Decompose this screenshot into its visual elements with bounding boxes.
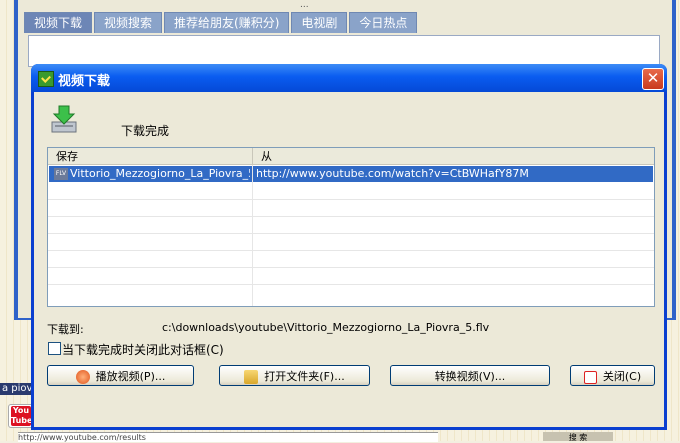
play-video-label: 播放视频(P)...: [95, 370, 166, 383]
background-tab[interactable]: 视频搜索: [94, 12, 163, 33]
grid-line: [48, 284, 654, 285]
open-folder-button[interactable]: 打开文件夹(F)...: [219, 365, 370, 386]
destination-label: 下载到:: [47, 323, 84, 336]
background-tab[interactable]: 电视剧: [291, 12, 348, 33]
background-top-text: ...: [300, 0, 309, 8]
row-file-cell: FLV Vittorio_Mezzogiorno_La_Piovra_5....: [54, 166, 250, 182]
destination-path: c:\downloads\youtube\Vittorio_Mezzogiorn…: [162, 321, 490, 334]
dialog-title: 视频下载: [58, 74, 111, 89]
open-folder-label: 打开文件夹(F)...: [264, 370, 345, 383]
grid-line: [48, 267, 654, 268]
download-row-selected[interactable]: FLV Vittorio_Mezzogiorno_La_Piovra_5.... …: [49, 166, 653, 182]
grid-line: [48, 233, 654, 234]
play-video-button[interactable]: 播放视频(P)...: [47, 365, 194, 386]
column-header-source[interactable]: 从: [252, 148, 654, 165]
dialog-titlebar[interactable]: 视频下载 ✕: [31, 64, 667, 92]
convert-video-button[interactable]: 转换视频(V)...: [390, 365, 550, 386]
auto-close-label[interactable]: 当下载完成时关闭此对话框(C): [62, 341, 224, 358]
row-file-name: Vittorio_Mezzogiorno_La_Piovra_5....: [70, 167, 250, 180]
background-tab-panel: [28, 35, 660, 67]
app-icon: [38, 71, 54, 87]
download-list[interactable]: 保存 从 FLV Vittorio_Mezzogiorno_La_Piovra_5…: [47, 147, 655, 307]
youtube-icon-label: You Tube: [11, 406, 33, 426]
download-status: 下载完成: [121, 124, 170, 138]
row-source-url: http://www.youtube.com/watch?v=CtBWHafY8…: [256, 167, 529, 180]
flv-file-icon: FLV: [54, 168, 68, 180]
close-icon: [583, 370, 597, 384]
download-dialog: 视频下载 ✕ 下载完成 保存 从 FLV Vittorio_Mezzogiorno…: [31, 64, 667, 430]
convert-video-label: 转换视频(V)...: [434, 370, 506, 383]
background-tab-bar: 视频下载 视频搜索 推荐给朋友(赚积分) 电视剧 今日热点: [24, 12, 418, 34]
grid-line: [48, 216, 654, 217]
folder-icon: [244, 370, 259, 384]
play-icon: [75, 370, 90, 384]
close-button-label: 关闭(C): [602, 370, 642, 383]
column-header-save[interactable]: 保存: [48, 148, 252, 165]
download-complete-icon: [51, 105, 77, 133]
grid-line: [48, 250, 654, 251]
close-window-button[interactable]: ✕: [642, 68, 664, 90]
background-search-button[interactable]: 搜 索: [543, 432, 613, 442]
dialog-body: 下载完成 保存 从 FLV Vittorio_Mezzogiorno_La_Pio…: [34, 92, 664, 427]
grid-line: [48, 199, 654, 200]
background-tab[interactable]: 视频下载: [24, 12, 93, 33]
column-divider: [252, 165, 253, 306]
auto-close-checkbox[interactable]: [48, 342, 61, 355]
close-button[interactable]: 关闭(C): [570, 365, 655, 386]
background-tab[interactable]: 推荐给朋友(赚积分): [164, 12, 290, 33]
background-tab[interactable]: 今日热点: [349, 12, 418, 33]
